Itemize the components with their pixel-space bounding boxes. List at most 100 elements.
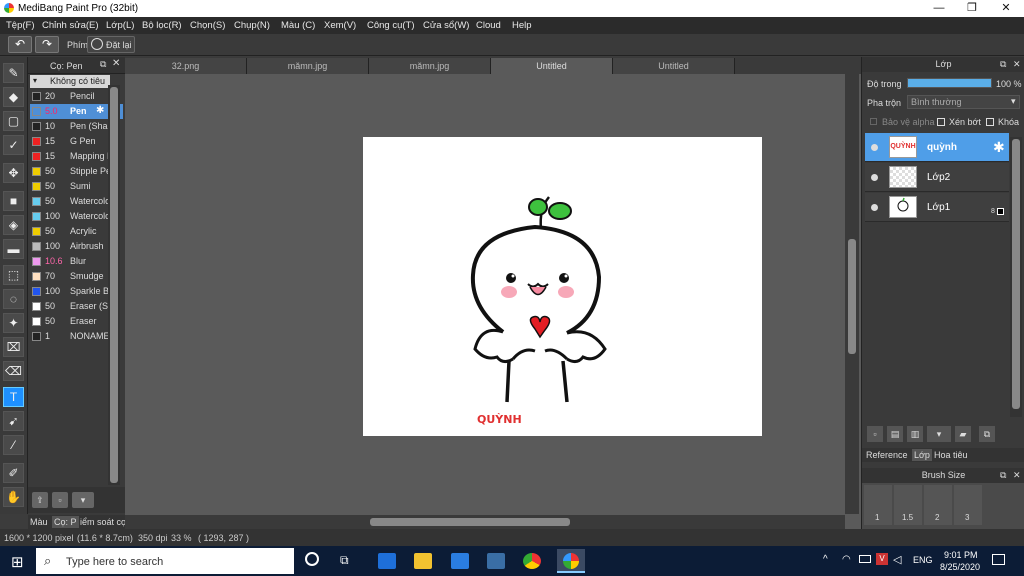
undo-button[interactable]: ↶ <box>8 36 32 53</box>
minimize-button[interactable]: — <box>922 0 956 17</box>
menu-help[interactable]: Help <box>512 20 532 31</box>
gradient-tool-icon[interactable]: ▬ <box>3 239 24 259</box>
shape-tool-icon[interactable]: ▢ <box>3 111 24 131</box>
lasso-tool-icon[interactable]: ◌ <box>3 289 24 309</box>
upload-brush-icon[interactable]: ⇪ <box>32 492 48 508</box>
vpn-icon[interactable]: V <box>876 553 888 565</box>
visibility-icon[interactable] <box>871 174 878 181</box>
task-view-icon[interactable]: ⧉ <box>340 553 349 568</box>
reset-button[interactable]: Đặt lại <box>87 36 135 53</box>
windows-start-icon[interactable]: ⊞ <box>11 553 24 571</box>
edge-icon[interactable] <box>378 553 396 569</box>
wifi-icon[interactable]: ◠ <box>842 554 851 565</box>
new-halftone-layer-icon[interactable]: ▤ <box>887 426 903 442</box>
undock-icon[interactable]: ⧉ <box>100 59 106 70</box>
tab-document-1[interactable]: 32.png <box>125 58 247 74</box>
tab-document-5[interactable]: Untitled <box>613 58 735 74</box>
clock-date[interactable]: 8/25/2020 <box>940 562 980 572</box>
vertical-scrollbar[interactable] <box>845 74 859 514</box>
tab-brush-control[interactable]: iểm soát cọ <box>80 517 126 527</box>
layer-row[interactable]: QUỲNH quỳnh ✱ <box>865 133 1009 162</box>
undock-icon[interactable]: ⧉ <box>1000 468 1006 483</box>
new-layer-icon[interactable]: ▫ <box>867 426 883 442</box>
protect-alpha-checkbox[interactable] <box>870 118 877 125</box>
menu-view[interactable]: Xem(V) <box>324 20 356 31</box>
vertical-scroll-thumb[interactable] <box>848 239 856 354</box>
duplicate-layer-icon[interactable]: ⧉ <box>979 426 995 442</box>
tab-brush[interactable]: Cọ: P <box>52 516 79 528</box>
operation-tool-icon[interactable]: ➹ <box>3 411 24 431</box>
tab-document-2[interactable]: mămn.jpg <box>247 58 369 74</box>
menu-color[interactable]: Màu (C) <box>281 20 315 31</box>
horizontal-scrollbar[interactable] <box>125 515 845 529</box>
brush-size-cell[interactable]: 2 <box>924 485 952 525</box>
select-pen-tool-icon[interactable]: ⌧ <box>3 337 24 357</box>
maximize-button[interactable]: ❐ <box>955 0 989 17</box>
menu-capture[interactable]: Chụp(N) <box>234 20 270 31</box>
magic-wand-tool-icon[interactable]: ✦ <box>3 313 24 333</box>
menu-tools[interactable]: Công cụ(T) <box>367 20 415 31</box>
hand-tool-icon[interactable]: ✋ <box>3 487 24 507</box>
medibang-taskbar-button[interactable] <box>557 549 585 573</box>
clock-time[interactable]: 9:01 PM <box>944 550 978 560</box>
layer-add-menu-icon[interactable]: ▾ <box>927 426 951 442</box>
tab-reference[interactable]: Reference <box>866 450 908 460</box>
brush-menu-icon[interactable]: ▾ <box>72 492 94 508</box>
menu-file[interactable]: Tệp(F) <box>6 20 35 31</box>
bucket-tool-icon[interactable]: ◈ <box>3 215 24 235</box>
tab-document-4[interactable]: Untitled <box>491 58 613 74</box>
brush-scrollbar[interactable] <box>108 85 120 485</box>
layer-row[interactable]: Lớp1 8 <box>865 193 1009 222</box>
move-tool-icon[interactable]: ✥ <box>3 163 24 183</box>
clipping-checkbox[interactable] <box>937 118 945 126</box>
folder-icon[interactable]: ▰ <box>955 426 971 442</box>
tab-layer[interactable]: Lớp <box>912 449 932 461</box>
menu-cloud[interactable]: Cloud <box>476 20 501 31</box>
language-indicator[interactable]: ENG <box>913 555 933 565</box>
close-button[interactable]: ✕ <box>989 0 1023 17</box>
brush-size-cell[interactable]: 1 <box>864 485 892 525</box>
undock-icon[interactable]: ⧉ <box>1000 57 1006 72</box>
brush-settings-gear-icon[interactable]: ✱ <box>96 105 104 116</box>
pen-tool-icon[interactable]: ✓ <box>3 135 24 155</box>
battery-icon[interactable] <box>859 555 871 563</box>
menu-layer[interactable]: Lớp(L) <box>106 20 134 31</box>
menu-select[interactable]: Chọn(S) <box>190 20 225 31</box>
new-1bit-layer-icon[interactable]: ▥ <box>907 426 923 442</box>
file-explorer-icon[interactable] <box>414 553 432 569</box>
brush-tool-icon[interactable]: ✎ <box>3 63 24 83</box>
menu-filter[interactable]: Bộ lọc(R) <box>142 20 182 31</box>
redo-button[interactable]: ↷ <box>35 36 59 53</box>
chrome-icon[interactable] <box>523 553 541 569</box>
visibility-icon[interactable] <box>871 144 878 151</box>
brush-category[interactable]: ▾ Không có tiêu <box>30 75 110 88</box>
panel-close-icon[interactable]: ✕ <box>1013 468 1021 483</box>
layer-row[interactable]: Lớp2 <box>865 163 1009 192</box>
dropper-tool-icon[interactable]: ⁄ <box>3 435 24 455</box>
cortana-icon[interactable] <box>305 552 319 566</box>
drawing-canvas[interactable]: QUỲNH <box>363 137 762 436</box>
tab-navigator[interactable]: Hoa tiêu <box>934 450 968 460</box>
brush-size-cell[interactable]: 1.5 <box>894 485 922 525</box>
lock-checkbox[interactable] <box>986 118 994 126</box>
new-brush-icon[interactable]: ▫ <box>52 492 68 508</box>
text-tool-icon[interactable]: T <box>3 387 24 407</box>
menu-window[interactable]: Cửa sổ(W) <box>423 20 469 31</box>
tab-document-3[interactable]: mămn.jpg <box>369 58 491 74</box>
opacity-slider[interactable] <box>907 78 992 88</box>
panel-close-icon[interactable]: ✕ <box>1013 57 1021 72</box>
layer-scrollbar[interactable] <box>1010 137 1022 417</box>
mail-icon[interactable] <box>451 553 469 569</box>
fill-rect-tool-icon[interactable]: ■ <box>3 191 24 211</box>
volume-icon[interactable]: ◁ <box>893 553 901 566</box>
brush-size-cell[interactable]: 3 <box>954 485 982 525</box>
notifications-icon[interactable] <box>992 554 1005 565</box>
eraser-tool-icon[interactable]: ◆ <box>3 87 24 107</box>
menu-edit[interactable]: Chỉnh sửa(E) <box>42 20 99 31</box>
taskbar-search[interactable]: ⌕ Type here to search <box>36 548 294 574</box>
layer-settings-gear-icon[interactable]: ✱ <box>993 139 1005 156</box>
show-hidden-icons-chevron[interactable]: ^ <box>823 554 828 565</box>
visibility-icon[interactable] <box>871 204 878 211</box>
select-eraser-tool-icon[interactable]: ⌫ <box>3 361 24 381</box>
panel-close-icon[interactable]: ✕ <box>112 58 120 69</box>
